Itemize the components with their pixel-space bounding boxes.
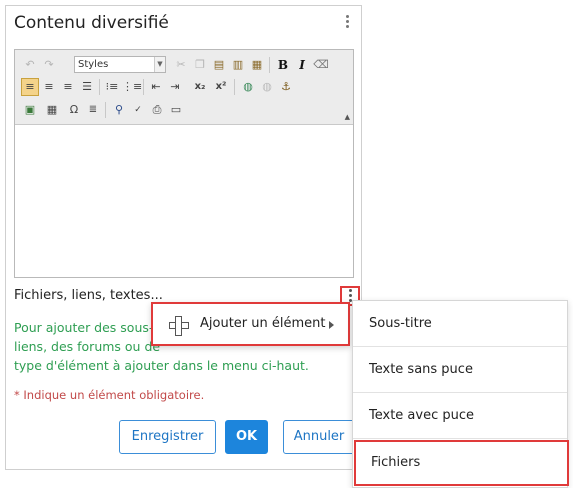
panel-options-icon[interactable]	[341, 14, 353, 32]
copy-icon[interactable]: ❐	[191, 56, 209, 74]
submenu-item-fichiers[interactable]: Fichiers	[354, 440, 569, 486]
paste-word-icon[interactable]: ▦	[248, 56, 266, 74]
link-icon[interactable]: ◍	[239, 78, 257, 96]
add-element-label: Ajouter un élément	[200, 316, 326, 331]
unlink-icon[interactable]: ◍	[258, 78, 276, 96]
toolbar-collapse-icon[interactable]: ▲	[345, 113, 350, 121]
toolbar-row-3: ▣ ▦ Ω ≣ ⚲ ✓ ⎙ ▭	[21, 101, 351, 121]
print-icon[interactable]: ⎙	[148, 101, 166, 119]
table-icon[interactable]: ▦	[43, 101, 61, 119]
content-panel: Contenu diversifié ↶ ↷ Styles ▼ ✂ ❐ ▤ ▥ …	[5, 5, 362, 470]
chevron-right-icon	[329, 321, 334, 329]
source-icon[interactable]: ▭	[167, 101, 185, 119]
section-label: Fichiers, liens, textes...	[14, 288, 163, 303]
editor-toolbar: ↶ ↷ Styles ▼ ✂ ❐ ▤ ▥ ▦ B I ⌫ ≡ ≡ ≡ ☰ ⁝≡ …	[15, 50, 353, 125]
numbered-list-icon[interactable]: ⋮≡	[122, 78, 142, 96]
cancel-button[interactable]: Annuler	[283, 420, 355, 454]
submenu-item-texte-sans-puce[interactable]: Texte sans puce	[353, 347, 567, 393]
toolbar-row-2: ≡ ≡ ≡ ☰ ⁝≡ ⋮≡ ⇤ ⇥ x₂ x² ◍ ◍ ⚓	[21, 78, 351, 98]
image-icon[interactable]: ▣	[21, 101, 39, 119]
rich-text-editor[interactable]: ↶ ↷ Styles ▼ ✂ ❐ ▤ ▥ ▦ B I ⌫ ≡ ≡ ≡ ☰ ⁝≡ …	[14, 49, 354, 278]
indent-icon[interactable]: ⇥	[166, 78, 184, 96]
required-note: * Indique un élément obligatoire.	[14, 388, 205, 402]
redo-icon[interactable]: ↷	[40, 56, 58, 74]
bullet-list-icon[interactable]: ⁝≡	[103, 78, 121, 96]
special-char-icon[interactable]: ≣	[84, 101, 102, 119]
paste-text-icon[interactable]: ▥	[229, 56, 247, 74]
bold-icon[interactable]: B	[274, 56, 292, 74]
save-button[interactable]: Enregistrer	[119, 420, 216, 454]
toolbar-row-1: ↶ ↷ Styles ▼ ✂ ❐ ▤ ▥ ▦ B I ⌫	[21, 56, 351, 76]
panel-title: Contenu diversifié	[14, 13, 169, 33]
editor-content-area[interactable]	[15, 126, 353, 277]
styles-select[interactable]: Styles ▼	[74, 56, 166, 73]
justify-icon[interactable]: ☰	[78, 78, 96, 96]
spellcheck-icon[interactable]: ✓	[129, 101, 147, 119]
submenu-item-texte-avec-puce[interactable]: Texte avec puce	[353, 393, 567, 439]
element-type-submenu: Sous-titre Texte sans puce Texte avec pu…	[352, 300, 569, 488]
undo-icon[interactable]: ↶	[21, 56, 39, 74]
toolbar-separator	[105, 102, 106, 118]
anchor-icon[interactable]: ⚓	[277, 78, 295, 96]
align-left-icon[interactable]: ≡	[21, 78, 39, 96]
align-center-icon[interactable]: ≡	[40, 78, 58, 96]
toolbar-separator	[99, 79, 100, 95]
align-right-icon[interactable]: ≡	[59, 78, 77, 96]
find-icon[interactable]: ⚲	[110, 101, 128, 119]
toolbar-separator	[234, 79, 235, 95]
paste-icon[interactable]: ▤	[210, 56, 228, 74]
plus-icon	[169, 316, 189, 336]
add-element-menu-item[interactable]: Ajouter un élément	[151, 302, 350, 346]
styles-select-label: Styles	[78, 59, 109, 70]
toolbar-separator	[269, 57, 270, 73]
eraser-icon[interactable]: ⌫	[312, 56, 330, 74]
superscript-icon[interactable]: x²	[212, 78, 230, 96]
cut-icon[interactable]: ✂	[172, 56, 190, 74]
chevron-down-icon: ▼	[154, 57, 165, 72]
omega-icon[interactable]: Ω	[65, 101, 83, 119]
italic-icon[interactable]: I	[293, 56, 311, 74]
toolbar-separator	[143, 79, 144, 95]
ok-button[interactable]: OK	[225, 420, 268, 454]
subscript-icon[interactable]: x₂	[191, 78, 209, 96]
submenu-item-sous-titre[interactable]: Sous-titre	[353, 301, 567, 347]
help-text-line: type d'élément à ajouter dans le menu ci…	[14, 358, 309, 373]
outdent-icon[interactable]: ⇤	[147, 78, 165, 96]
